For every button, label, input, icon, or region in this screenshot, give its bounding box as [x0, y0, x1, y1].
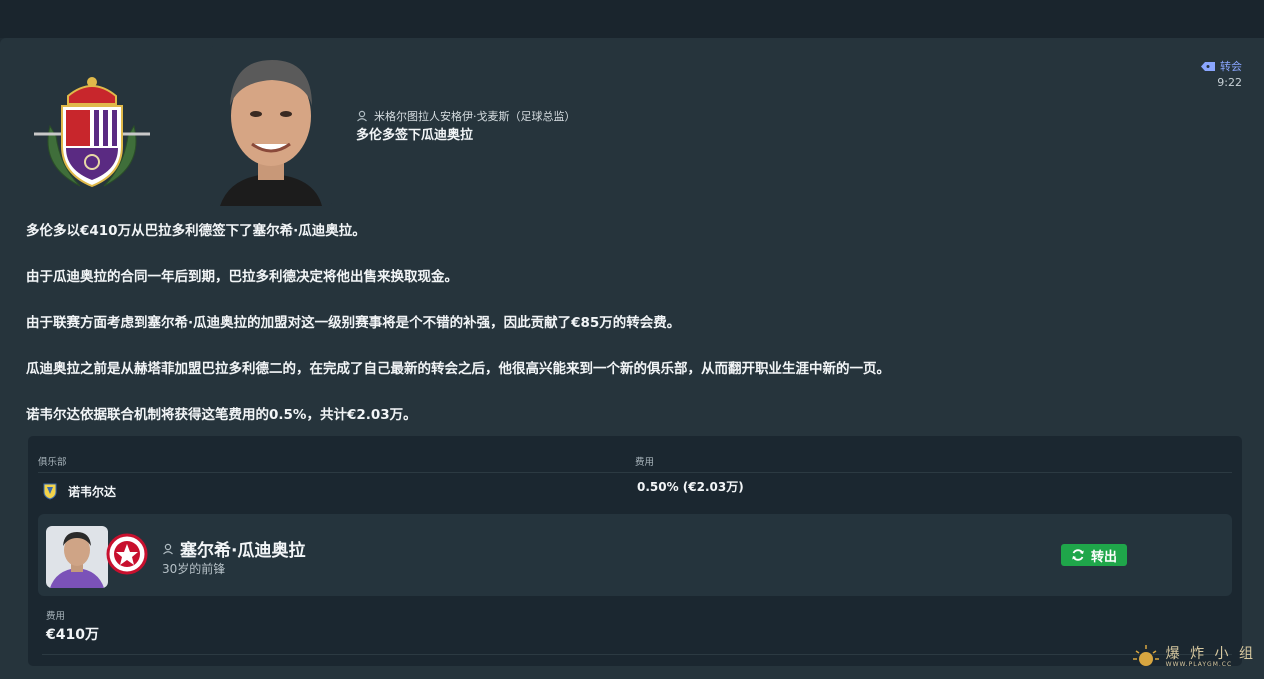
director-photo [210, 46, 332, 206]
sender-name[interactable]: 米格尔图拉人安格伊·戈麦斯（足球总监） [374, 108, 576, 124]
transfer-badge-label: 转出 [1090, 549, 1117, 565]
category-tag[interactable]: 转会 [1201, 58, 1242, 74]
watermark-url: WWW.PLAYGM.CC [1165, 660, 1233, 668]
transfer-details-card: 俱乐部 费用 诺韦尔达 0.50% (€2.03万) 塞尔希·瓜迪奥拉 30岁的… [28, 436, 1242, 666]
tag-icon [1201, 61, 1215, 71]
solidarity-fee: 0.50% (€2.03万) [637, 480, 744, 494]
player-name-text: 塞尔希·瓜迪奥拉 [180, 541, 306, 561]
body-paragraph: 由于瓜迪奥拉的合同一年后到期，巴拉多利德决定将他出售来换取现金。 [26, 269, 458, 285]
person-icon [357, 110, 367, 122]
body-paragraph: 由于联赛方面考虑到塞尔希·瓜迪奥拉的加盟对这一级别赛事将是个不错的补强，因此贡献… [26, 315, 681, 331]
sender-line: 米格尔图拉人安格伊·戈麦斯（足球总监） [356, 108, 576, 124]
column-header-fee: 费用 [635, 457, 655, 468]
club-crest-icon [34, 77, 150, 188]
body-paragraph: 瓜迪奥拉之前是从赫塔菲加盟巴拉多利德二的，在完成了自己最新的转会之后，他很高兴能… [26, 361, 890, 377]
person-icon [163, 543, 173, 554]
fee-value: €410万 [46, 627, 99, 643]
news-body: 多伦多以€410万从巴拉多利德签下了塞尔希·瓜迪奥拉。 由于瓜迪奥拉的合同一年后… [26, 222, 1236, 452]
tag-label: 转会 [1220, 60, 1242, 73]
table-row-club[interactable]: 诺韦尔达 [42, 482, 116, 500]
player-name[interactable]: 塞尔希·瓜迪奥拉 [162, 536, 305, 561]
transfer-out-badge: 转出 [1061, 544, 1127, 566]
club-name: 诺韦尔达 [68, 484, 117, 499]
club-crest-icon [43, 483, 57, 500]
watermark: 爆 炸 小 组 WWW.PLAYGM.CC [1132, 643, 1256, 671]
news-subject: 多伦多签下瓜迪奥拉 [356, 128, 474, 143]
top-bar [0, 0, 1264, 38]
body-paragraph: 多伦多以€410万从巴拉多利德签下了塞尔希·瓜迪奥拉。 [26, 223, 366, 239]
divider [38, 472, 1232, 473]
news-item-panel: 米格尔图拉人安格伊·戈麦斯（足球总监） 多伦多签下瓜迪奥拉 转会 9:22 多伦… [0, 38, 1264, 679]
watermark-text: 爆 炸 小 组 [1165, 645, 1256, 662]
toronto-crest-icon [106, 533, 148, 575]
refresh-icon [1072, 549, 1084, 561]
fee-label: 费用 [46, 611, 66, 622]
column-header-club: 俱乐部 [38, 457, 67, 468]
player-photo [46, 526, 108, 588]
sun-logo-icon [1132, 645, 1159, 666]
divider [42, 654, 1232, 655]
player-card[interactable]: 塞尔希·瓜迪奥拉 30岁的前锋 转出 [38, 514, 1232, 596]
player-description: 30岁的前锋 [162, 562, 226, 576]
news-time: 9:22 [1217, 76, 1242, 89]
